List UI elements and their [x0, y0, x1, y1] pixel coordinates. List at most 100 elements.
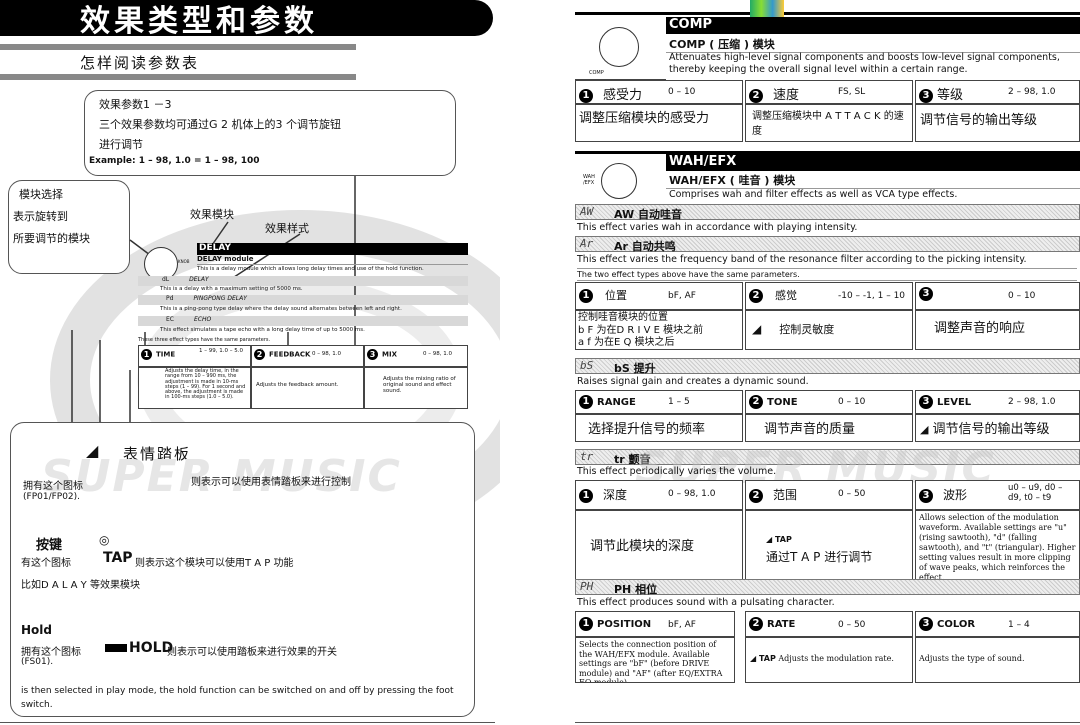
- wah-p1-val: bF, AF: [668, 291, 696, 301]
- wah-p2-pedal-icon: ◢: [752, 322, 762, 336]
- wah-p1-desc1: 控制哇音模块的位置: [578, 312, 668, 323]
- wah-p2: 2 感觉 -10 – -1, 1 – 10: [745, 282, 913, 310]
- tr-p1: 1 深度 0 – 98, 1.0: [575, 480, 743, 510]
- example-p3: 3 MIX 0 – 98, 1.0: [364, 345, 468, 367]
- ph-name: PH 相位: [614, 583, 658, 596]
- example-knob-label: KNOB: [178, 259, 190, 264]
- comp-p3-name: 等级: [937, 88, 964, 103]
- example-row2-head: Pd PINGPONG DELAY: [138, 295, 468, 305]
- hold-badge: HOLD: [105, 640, 173, 656]
- comp-title: COMP: [666, 17, 1080, 34]
- example-common: These three effect types have the same p…: [138, 337, 271, 343]
- ph-p3-val: 1 – 4: [1008, 620, 1030, 630]
- comp-p1-desc: 调整压缩模块的感受力: [575, 104, 743, 142]
- ar-name: Ar 自动共鸣: [614, 240, 676, 253]
- example-p3-desc: Adjusts the mixing ratio of original sou…: [364, 367, 468, 409]
- ar-desc: This effect varies the frequency band of…: [577, 254, 1027, 265]
- example-row1-head: dL DELAY: [138, 276, 468, 286]
- bs-head: bS bS 提升: [575, 358, 1080, 375]
- ph-p3-name: COLOR: [937, 619, 976, 630]
- wah-p2-val: -10 – -1, 1 – 10: [838, 291, 906, 301]
- bs-p1-val: 1 – 5: [668, 397, 690, 407]
- ph-code: PH: [580, 580, 594, 593]
- aw-head: AW AW 自动哇音: [575, 204, 1080, 221]
- hold-code: (FS01).: [21, 657, 54, 667]
- wah-p2-desc: ◢ 控制灵敏度: [745, 310, 913, 350]
- ar-code: Ar: [580, 237, 594, 250]
- example-row1-name: DELAY: [189, 276, 209, 283]
- tap-badge: TAP: [103, 550, 133, 566]
- pedal-right: 则表示可以使用表情踏板来进行控制: [191, 477, 351, 488]
- ph-p2-name: RATE: [767, 619, 796, 630]
- bs-p3-desc: ◢ 调节信号的输出等级: [915, 414, 1080, 442]
- tap-title: 按键: [36, 538, 63, 553]
- bs-p2-val: 0 – 10: [838, 397, 866, 407]
- tr-p2-tap-label: TAP: [774, 535, 792, 544]
- bs-p1: 1 RANGE 1 – 5: [575, 390, 743, 414]
- left-page: 效果类型和参数 怎样阅读参数表 效果参数1 －3 三个效果参数均可通过G 2 机…: [0, 0, 500, 725]
- comp-section: COMP COMP COMP ( 压缩 ) 模块 Attenuates high…: [575, 17, 1080, 156]
- bs-p3-name: LEVEL: [937, 397, 972, 408]
- left-footer-line: [0, 722, 495, 723]
- wah-module: WAH/EFX ( 哇音 ) 模块: [666, 172, 1080, 189]
- ph-p2: 2 RATE 0 – 50: [745, 611, 913, 637]
- wah-p2-name: 感觉: [775, 289, 797, 302]
- wah-knob-label: WAH /EFX: [583, 174, 595, 186]
- bs-p3-val: 2 – 98, 1.0: [1008, 397, 1056, 407]
- wah-p3: 30 – 10: [915, 282, 1080, 310]
- tr-p2-val: 0 – 50: [838, 489, 866, 499]
- bs-p3-desc-text: 调节信号的输出等级: [932, 422, 1050, 437]
- example-p1: 1 TIME 1 – 99, 1.0 – 5.0: [138, 345, 251, 367]
- example-module: DELAY module: [197, 255, 468, 265]
- wah-p1: 1 位置 bF, AF: [575, 282, 743, 310]
- tr-p1-val: 0 – 98, 1.0: [668, 489, 716, 499]
- example-p2-desc: Adjusts the feedback amount.: [251, 367, 364, 409]
- aw-code: AW: [580, 205, 594, 218]
- comp-knob-label: COMP: [589, 70, 604, 76]
- ph-p1-desc: Selects the connection position of the W…: [575, 637, 735, 683]
- wah-p3-desc: 调整声音的响应: [915, 310, 1080, 350]
- example-p1-val: 1 – 99, 1.0 – 5.0: [199, 348, 243, 354]
- right-page: COMP COMP COMP ( 压缩 ) 模块 Attenuates high…: [575, 0, 1080, 725]
- comp-knob: [599, 27, 639, 67]
- example-p1-desc: Adjusts the delay time, in the range fro…: [138, 367, 251, 409]
- ph-p1-val: bF, AF: [668, 620, 696, 630]
- bs-p2: 2 TONE 0 – 10: [745, 390, 913, 414]
- comp-p2: 2 速度 FS, SL: [745, 80, 913, 104]
- comp-p3: 3 等级 2 – 98, 1.0: [915, 80, 1080, 104]
- comp-p3-desc: 调节信号的输出等级: [915, 104, 1080, 142]
- ar-head: Ar Ar 自动共鸣: [575, 236, 1080, 253]
- comp-p2-name: 速度: [773, 88, 800, 103]
- wah-desc: Comprises wah and filter effects as well…: [669, 189, 958, 200]
- example-p2: 2 FEEDBACK 0 – 98, 1.0: [251, 345, 364, 367]
- right-footer-line: [575, 722, 1080, 723]
- tr-desc: This effect periodically varies the volu…: [577, 466, 777, 477]
- tap-line2: 比如D A L A Y 等效果模块: [21, 580, 140, 591]
- hold-title: Hold: [21, 623, 52, 637]
- ph-p3-desc: Adjusts the type of sound.: [915, 637, 1080, 683]
- tr-p3-name: 波形: [943, 488, 968, 502]
- example-row1-desc: This is a delay with a maximum setting o…: [160, 286, 303, 292]
- comp-desc: Attenuates high-level signal components …: [669, 52, 1060, 75]
- pedal-code: (FP01/FP02).: [23, 492, 81, 502]
- wah-knob: [601, 163, 637, 199]
- tr-p1-name: 深度: [603, 488, 628, 502]
- tr-p1-desc: 调节此模块的深度: [575, 510, 743, 580]
- bs-p3-pedal-icon: ◢: [920, 423, 929, 436]
- example-row3-desc: This effect simulates a tape echo with a…: [160, 327, 365, 333]
- bs-p1-name: RANGE: [597, 397, 636, 408]
- bs-p2-name: TONE: [767, 397, 798, 408]
- example-row2-code: Pd: [166, 295, 174, 302]
- wah-section: WAH /EFX WAH/EFX WAH/EFX ( 哇音 ) 模块 Compr…: [575, 151, 1080, 725]
- tr-p3-val: u0 – u9, d0 – d9, t0 – t9: [1008, 483, 1063, 504]
- hold-line2: is then selected in play mode, the hold …: [21, 686, 454, 710]
- tr-p2-tap-icon: ◢ TAP: [766, 535, 792, 544]
- example-p2-val: 0 – 98, 1.0: [312, 351, 341, 357]
- example-row2-name: PINGPONG DELAY: [193, 295, 247, 302]
- tr-p3-desc: Allows selection of the modulation wavef…: [915, 510, 1080, 580]
- comp-p1-name: 感受力: [603, 88, 643, 103]
- ph-p2-desc-text: Adjusts the modulation rate.: [778, 654, 894, 663]
- comp-p2-val: FS, SL: [838, 87, 866, 97]
- tap-line1b: 则表示这个模块可以使用T A P 功能: [135, 558, 294, 569]
- top-strip: [575, 12, 1080, 15]
